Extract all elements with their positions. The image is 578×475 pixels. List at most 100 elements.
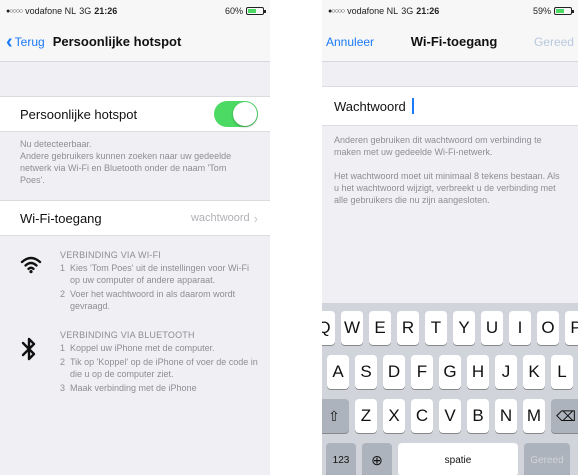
- shift-icon[interactable]: ⇧: [322, 399, 349, 433]
- chevron-right-icon: ›: [253, 210, 258, 226]
- text-cursor: [411, 98, 414, 114]
- step-number: 2: [60, 289, 66, 299]
- back-button[interactable]: ‹ Terug: [6, 32, 45, 52]
- key-v[interactable]: V: [439, 399, 461, 433]
- status-bar: ●○○○○ vodafone NL 3G 21:26 59%: [322, 0, 578, 22]
- bluetooth-step: 1 Koppel uw iPhone met de computer.: [60, 342, 260, 354]
- key-l[interactable]: L: [551, 355, 573, 389]
- step-text: Koppel uw iPhone met de computer.: [70, 343, 215, 353]
- status-bar: ●○○○○ vodafone NL 3G 21:26 60%: [0, 0, 270, 22]
- hotspot-footnote: Nu detecteerbaar. Andere gebruikers kunn…: [0, 132, 270, 186]
- step-number: 1: [60, 263, 66, 273]
- key-q[interactable]: Q: [322, 311, 335, 345]
- password-field[interactable]: Wachtwoord: [322, 86, 578, 126]
- discoverable-text: Nu detecteerbaar.: [20, 139, 92, 149]
- password-label: Wachtwoord: [334, 98, 406, 114]
- bluetooth-step: 2 Tik op 'Koppel' op de iPhone of voer d…: [60, 356, 260, 380]
- battery-percent: 60%: [224, 6, 243, 16]
- backspace-icon[interactable]: ⌫: [551, 399, 578, 433]
- key-j[interactable]: J: [495, 355, 517, 389]
- wifi-access-value-group: wachtwoord ›: [191, 211, 258, 226]
- bluetooth-icon: [20, 330, 60, 394]
- battery-percent: 59%: [532, 6, 551, 16]
- key-i[interactable]: I: [509, 311, 531, 345]
- back-label: Terug: [14, 34, 45, 49]
- network-label: 3G: [401, 6, 414, 16]
- clock: 21:26: [416, 6, 440, 16]
- password-footnote: Anderen gebruiken dit wachtwoord om verb…: [322, 126, 578, 206]
- keyboard-done-key[interactable]: Gereed: [524, 443, 570, 475]
- bluetooth-step: 3 Maak verbinding met de iPhone: [60, 382, 260, 394]
- key-g[interactable]: G: [439, 355, 461, 389]
- key-u[interactable]: U: [481, 311, 503, 345]
- key-t[interactable]: T: [425, 311, 447, 345]
- toggle-knob: [233, 102, 257, 126]
- discoverable-description: Andere gebruikers kunnen zoeken naar uw …: [20, 151, 232, 185]
- wifi-icon: [20, 250, 60, 312]
- wifi-connect-section: VERBINDING VIA WI-FI 1 Kies 'Tom Poes' u…: [0, 250, 270, 312]
- clock: 21:26: [94, 6, 118, 16]
- battery-icon: [246, 7, 266, 15]
- key-a[interactable]: A: [327, 355, 349, 389]
- key-c[interactable]: C: [411, 399, 433, 433]
- step-text: Voer het wachtwoord in als daarom wordt …: [70, 289, 236, 311]
- key-y[interactable]: Y: [453, 311, 475, 345]
- wifi-access-value: wachtwoord: [190, 212, 250, 224]
- carrier-label: vodafone NL: [347, 6, 399, 16]
- signal-icon: ●○○○○: [328, 7, 345, 15]
- bluetooth-section-heading: VERBINDING VIA BLUETOOTH: [60, 330, 195, 340]
- wifi-step: 1 Kies 'Tom Poes' uit de instellingen vo…: [60, 262, 260, 286]
- key-r[interactable]: R: [397, 311, 419, 345]
- step-text: Kies 'Tom Poes' uit de instellingen voor…: [70, 263, 250, 285]
- key-x[interactable]: X: [383, 399, 405, 433]
- numbers-key[interactable]: 123: [326, 443, 356, 475]
- carrier-label: vodafone NL: [25, 6, 77, 16]
- key-n[interactable]: N: [495, 399, 517, 433]
- step-number: 2: [60, 357, 66, 367]
- navigation-bar: ‹ Terug Persoonlijke hotspot: [0, 22, 270, 62]
- wifi-step: 2 Voer het wachtwoord in als daarom word…: [60, 288, 260, 312]
- step-number: 3: [60, 383, 66, 393]
- step-text: Maak verbinding met de iPhone: [70, 383, 197, 393]
- wifi-access-row[interactable]: Wi-Fi-toegang wachtwoord ›: [0, 200, 270, 236]
- cancel-button[interactable]: Annuleer: [326, 35, 374, 49]
- keyboard: Q W E R T Y U I O P A S D F G H J K L ⇧ …: [322, 303, 578, 475]
- hotspot-screen: ●○○○○ vodafone NL 3G 21:26 60% ‹ Terug P…: [0, 0, 270, 475]
- step-text: Tik op 'Koppel' op de iPhone of voer de …: [70, 357, 258, 379]
- password-rules-text: Het wachtwoord moet uit minimaal 8 teken…: [334, 171, 560, 205]
- key-k[interactable]: K: [523, 355, 545, 389]
- key-e[interactable]: E: [369, 311, 391, 345]
- done-button[interactable]: Gereed: [534, 35, 574, 49]
- battery-icon: [554, 7, 574, 15]
- password-usage-text: Anderen gebruiken dit wachtwoord om verb…: [334, 135, 542, 157]
- key-b[interactable]: B: [467, 399, 489, 433]
- hotspot-label: Persoonlijke hotspot: [20, 106, 138, 122]
- wifi-section-heading: VERBINDING VIA WI-FI: [60, 250, 162, 260]
- page-title: Wi-Fi-toegang: [410, 34, 498, 49]
- keyboard-row-2: A S D F G H J K L: [322, 355, 578, 389]
- globe-icon[interactable]: ⊕: [362, 443, 392, 475]
- hotspot-toggle[interactable]: [214, 101, 258, 127]
- key-s[interactable]: S: [355, 355, 377, 389]
- signal-icon: ●○○○○: [6, 7, 23, 15]
- wifi-access-label: Wi-Fi-toegang: [20, 210, 102, 226]
- keyboard-row-4: 123 ⊕ spatie Gereed: [322, 443, 578, 475]
- space-key[interactable]: spatie: [398, 443, 518, 475]
- hotspot-row: Persoonlijke hotspot: [0, 96, 270, 132]
- key-z[interactable]: Z: [355, 399, 377, 433]
- step-number: 1: [60, 343, 66, 353]
- key-m[interactable]: M: [523, 399, 545, 433]
- keyboard-row-1: Q W E R T Y U I O P: [322, 311, 578, 345]
- page-title: Persoonlijke hotspot: [52, 34, 182, 49]
- network-label: 3G: [79, 6, 92, 16]
- key-w[interactable]: W: [341, 311, 363, 345]
- navigation-bar: Annuleer Wi-Fi-toegang Gereed: [322, 22, 578, 62]
- key-d[interactable]: D: [383, 355, 405, 389]
- key-p[interactable]: P: [565, 311, 578, 345]
- keyboard-row-3: ⇧ Z X C V B N M ⌫: [322, 399, 578, 433]
- key-h[interactable]: H: [467, 355, 489, 389]
- key-o[interactable]: O: [537, 311, 559, 345]
- wifi-password-screen: ●○○○○ vodafone NL 3G 21:26 59% Annuleer …: [322, 0, 578, 475]
- bluetooth-connect-section: VERBINDING VIA BLUETOOTH 1 Koppel uw iPh…: [0, 330, 270, 394]
- key-f[interactable]: F: [411, 355, 433, 389]
